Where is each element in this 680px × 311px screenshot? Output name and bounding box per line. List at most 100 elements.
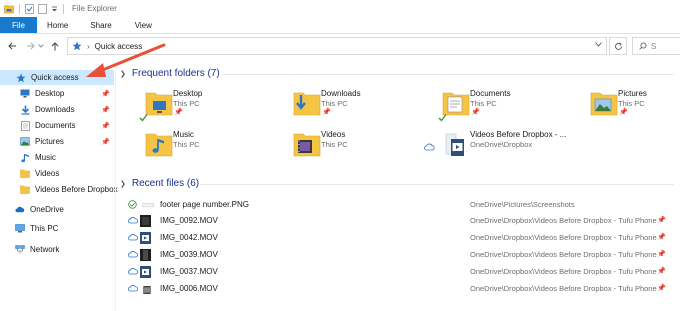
folder-name: Desktop xyxy=(173,89,203,98)
recent-files-header[interactable]: ❯ Recent files (6) xyxy=(120,178,199,189)
folder-location: This PC xyxy=(173,99,200,108)
file-path: OneDrive\Dropbox\Videos Before Dropbox -… xyxy=(470,267,657,276)
folder-tile-videos[interactable]: Videos This PC xyxy=(293,130,433,170)
frequent-folders-header[interactable]: ❯ Frequent folders (7) xyxy=(120,68,220,79)
folder-tile-music[interactable]: Music This PC xyxy=(145,130,285,170)
nav-item-videos-before-dropbox[interactable]: Videos Before Dropbox xyxy=(0,182,118,197)
nav-item-documents[interactable]: Documents 📌 xyxy=(0,118,114,133)
file-name: IMG_0042.MOV xyxy=(160,233,218,242)
refresh-icon xyxy=(614,42,622,50)
search-placeholder: S xyxy=(651,41,657,51)
folder-icon xyxy=(20,185,30,195)
recent-locations-button[interactable] xyxy=(37,40,45,52)
desktop-icon xyxy=(20,89,30,99)
pin-icon[interactable]: 📌 xyxy=(101,106,110,114)
tab-share[interactable]: Share xyxy=(77,17,120,33)
recent-file-row[interactable]: IMG_0006.MOV OneDrive\Dropbox\Videos Bef… xyxy=(116,281,676,297)
nav-label: Videos Before Dropbox xyxy=(35,185,118,194)
downloads-folder-icon xyxy=(293,92,321,116)
folder-tile-documents[interactable]: Documents This PC 📌 xyxy=(438,89,582,129)
properties-icon[interactable] xyxy=(25,3,34,14)
image-file-icon xyxy=(142,203,154,208)
nav-item-desktop[interactable]: Desktop 📌 xyxy=(0,86,114,101)
cloud-only-icon xyxy=(424,143,435,151)
folder-icon xyxy=(20,169,30,179)
nav-item-videos[interactable]: Videos xyxy=(0,166,114,181)
pin-icon[interactable]: 📌 xyxy=(657,250,666,258)
pin-icon[interactable]: 📌 xyxy=(174,108,183,116)
recent-file-row[interactable]: IMG_0092.MOV OneDrive\Dropbox\Videos Bef… xyxy=(116,213,676,229)
back-button[interactable] xyxy=(6,40,18,52)
recent-file-row[interactable]: IMG_0037.MOV OneDrive\Dropbox\Videos Bef… xyxy=(116,264,676,280)
refresh-button[interactable] xyxy=(609,37,627,55)
pin-icon[interactable]: 📌 xyxy=(657,216,666,224)
pin-icon[interactable]: 📌 xyxy=(657,233,666,241)
breadcrumb[interactable]: Quick access xyxy=(95,42,143,51)
file-path: OneDrive\Dropbox\Videos Before Dropbox -… xyxy=(470,250,657,259)
cloud-only-icon xyxy=(128,268,138,275)
chevron-down-icon xyxy=(38,44,44,48)
video-file-folder-icon xyxy=(445,133,464,156)
new-folder-icon[interactable] xyxy=(38,3,47,14)
folder-name: Documents xyxy=(470,89,511,98)
synced-check-icon xyxy=(128,200,137,209)
nav-item-onedrive[interactable]: OneDrive xyxy=(0,202,114,217)
search-icon xyxy=(639,42,647,50)
up-button[interactable] xyxy=(49,40,61,52)
pin-icon[interactable]: 📌 xyxy=(657,284,666,292)
folder-location: This PC xyxy=(173,140,200,149)
collapse-chevron-icon: ❯ xyxy=(120,180,126,188)
folder-tile-pictures[interactable]: Pictures This PC 📌 xyxy=(590,89,676,129)
nav-item-music[interactable]: Music xyxy=(0,150,114,165)
onedrive-icon xyxy=(15,205,25,215)
recent-file-row[interactable]: IMG_0039.MOV OneDrive\Dropbox\Videos Bef… xyxy=(116,247,676,263)
nav-item-network[interactable]: Network xyxy=(0,242,114,257)
recent-file-row[interactable]: footer page number.PNG OneDrive\Pictures… xyxy=(116,197,676,213)
folder-name: Downloads xyxy=(321,89,361,98)
folder-location: This PC xyxy=(321,99,348,108)
pin-icon[interactable]: 📌 xyxy=(101,90,110,98)
forward-button[interactable] xyxy=(24,40,36,52)
folder-tile-downloads[interactable]: Downloads This PC 📌 xyxy=(293,89,433,129)
customize-toolbar-icon[interactable] xyxy=(51,5,58,13)
pin-icon[interactable]: 📌 xyxy=(101,138,110,146)
tab-home[interactable]: Home xyxy=(37,17,77,33)
file-name: footer page number.PNG xyxy=(160,200,249,209)
address-dropdown-icon[interactable] xyxy=(595,42,602,47)
file-name: IMG_0037.MOV xyxy=(160,267,218,276)
file-name: IMG_0092.MOV xyxy=(160,216,218,225)
music-folder-icon xyxy=(145,133,173,157)
nav-label: Pictures xyxy=(35,137,64,146)
folder-location: This PC xyxy=(321,140,348,149)
file-explorer-icon xyxy=(4,4,14,13)
folder-tile-videos-before-dropbox[interactable]: Videos Before Dropbox - ... OneDrive\Dro… xyxy=(424,130,592,170)
folder-tile-desktop[interactable]: Desktop This PC 📌 xyxy=(139,89,285,129)
section-divider xyxy=(200,184,674,185)
network-icon xyxy=(15,245,25,255)
nav-label: Desktop xyxy=(35,89,65,98)
video-file-icon xyxy=(140,232,151,244)
nav-item-quick-access[interactable]: Quick access xyxy=(0,70,114,85)
pin-icon[interactable]: 📌 xyxy=(657,267,666,275)
tab-file[interactable]: File xyxy=(0,17,37,33)
nav-item-this-pc[interactable]: This PC xyxy=(0,221,114,236)
file-name: IMG_0006.MOV xyxy=(160,284,218,293)
pin-icon[interactable]: 📌 xyxy=(101,122,110,130)
ribbon-tabs: File Home Share View xyxy=(0,17,680,34)
address-row: › Quick access xyxy=(0,34,680,58)
desktop-folder-icon xyxy=(145,92,173,116)
recent-file-row[interactable]: IMG_0042.MOV OneDrive\Dropbox\Videos Bef… xyxy=(116,230,676,246)
pictures-icon xyxy=(20,137,30,147)
pin-icon[interactable]: 📌 xyxy=(471,108,480,116)
tab-view[interactable]: View xyxy=(121,17,161,33)
nav-item-pictures[interactable]: Pictures 📌 xyxy=(0,134,114,149)
nav-label: Quick access xyxy=(31,73,79,82)
search-box[interactable]: S xyxy=(632,37,680,55)
nav-label: Music xyxy=(35,153,56,162)
pin-icon[interactable]: 📌 xyxy=(322,108,331,116)
pictures-folder-icon xyxy=(590,92,618,116)
pin-icon[interactable]: 📌 xyxy=(619,108,628,116)
address-bar[interactable]: › Quick access xyxy=(67,37,607,55)
folder-name: Music xyxy=(173,130,194,139)
nav-item-downloads[interactable]: Downloads 📌 xyxy=(0,102,114,117)
